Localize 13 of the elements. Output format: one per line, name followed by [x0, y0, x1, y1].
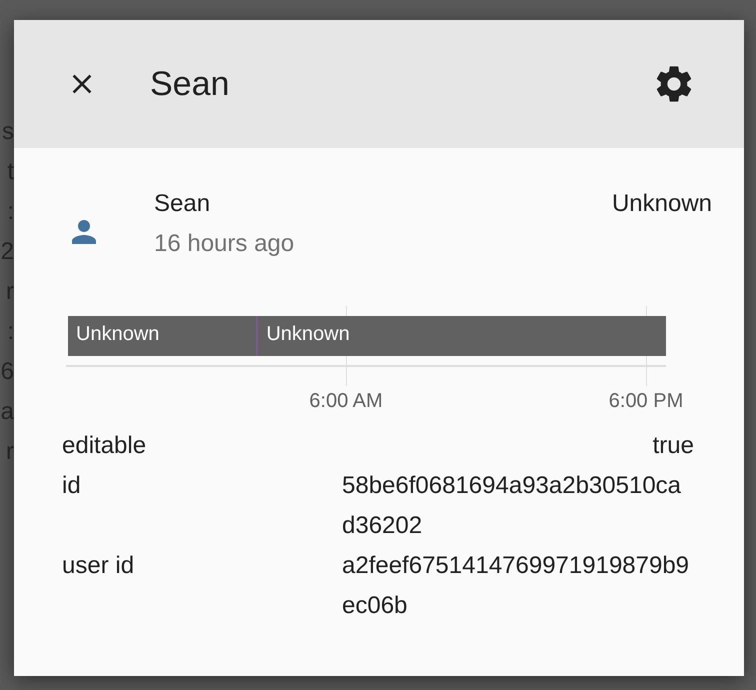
text-fragment: : [6, 317, 14, 347]
attribute-name: id [62, 471, 81, 501]
last-changed: 16 hours ago [154, 229, 294, 259]
attribute-name: user id [62, 551, 134, 581]
attribute-name: editable [62, 431, 146, 461]
attribute-value: true [652, 431, 694, 461]
axis-label: 6:00 PM [608, 389, 684, 414]
attribute-value: a2feef6751414769971919879b9ec06b [342, 551, 690, 621]
entity-state: Unknown [612, 189, 712, 219]
dialog-title: Sean [150, 64, 230, 104]
entity-name: Sean [154, 189, 212, 219]
axis-label: 6:00 AM [309, 389, 383, 414]
text-fragment: : [6, 197, 14, 227]
